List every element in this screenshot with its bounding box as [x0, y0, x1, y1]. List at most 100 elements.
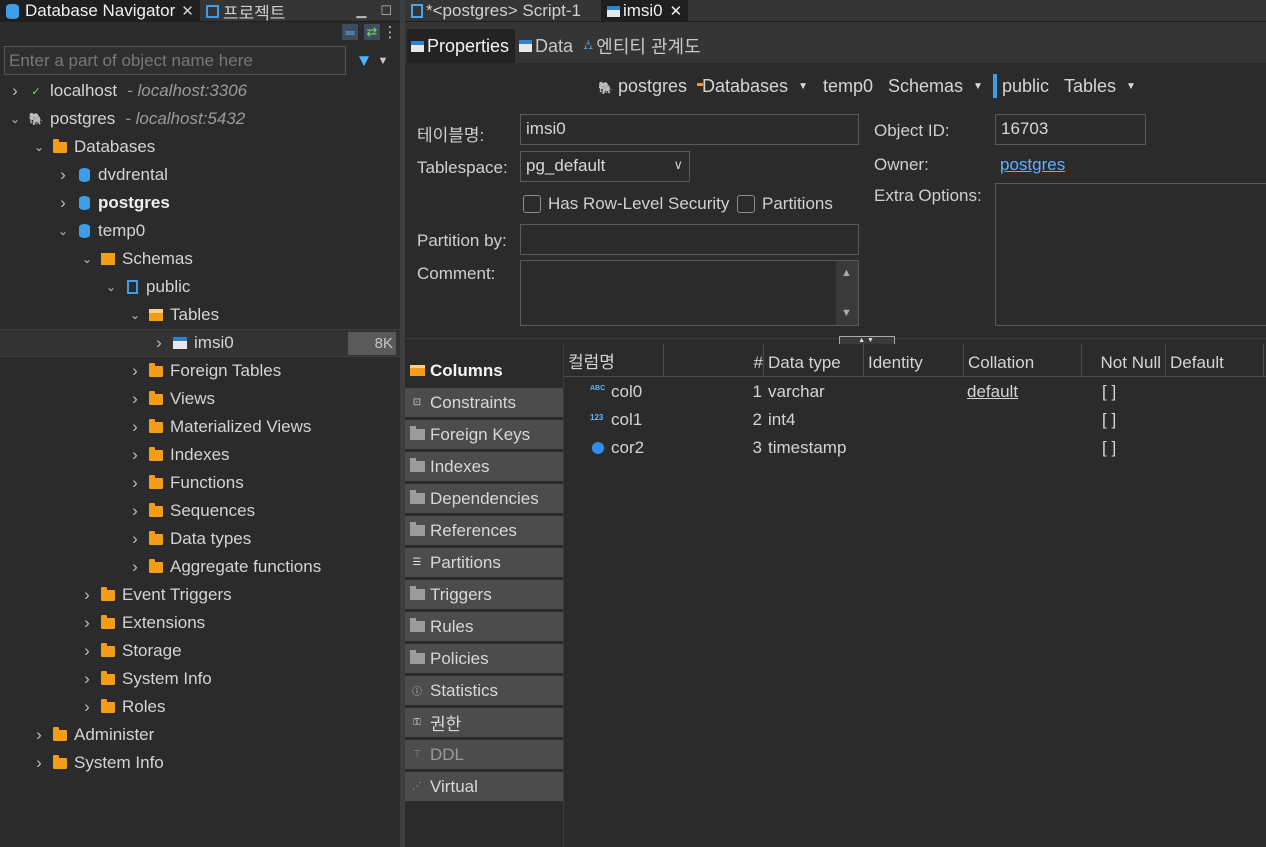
- chevron-right-icon[interactable]: ›: [128, 417, 142, 437]
- header-default[interactable]: Default: [1166, 344, 1264, 377]
- tree-node-indexes[interactable]: › Indexes: [0, 441, 400, 469]
- breadcrumb-item-temp0[interactable]: temp0: [818, 76, 873, 97]
- close-icon[interactable]: ✕: [670, 2, 683, 20]
- breadcrumb-item-postgres[interactable]: 🐘 postgres: [598, 76, 687, 97]
- tab-database-navigator[interactable]: Database Navigator ✕: [0, 0, 200, 22]
- tree-node-data-types[interactable]: › Data types: [0, 525, 400, 553]
- subtab-folder-3[interactable]: Indexes: [405, 452, 563, 482]
- tab-imsi0[interactable]: imsi0 ✕: [600, 0, 689, 22]
- table-row[interactable]: cor2 3 timestamp [ ]: [564, 434, 1266, 462]
- subtab-folder-5[interactable]: References: [405, 516, 563, 546]
- chevron-down-icon[interactable]: ▼: [798, 81, 808, 92]
- chevron-down-icon[interactable]: ⌄: [56, 224, 70, 238]
- tree-node-storage[interactable]: › Storage: [0, 637, 400, 665]
- header-identity[interactable]: Identity: [864, 344, 964, 377]
- partition-by-input[interactable]: [520, 224, 859, 255]
- comment-textarea[interactable]: ▲ ▼: [520, 260, 859, 326]
- tree-node-public[interactable]: ⌄ public: [0, 273, 400, 301]
- row-level-security-checkbox[interactable]: Has Row-Level Security: [523, 194, 729, 214]
- table-name-input[interactable]: imsi0: [520, 114, 859, 145]
- owner-link[interactable]: postgres: [1000, 155, 1065, 175]
- close-icon[interactable]: ✕: [181, 2, 194, 20]
- tree-node-system-info[interactable]: › System Info: [0, 749, 400, 777]
- subtab-columns-0[interactable]: Columns: [405, 356, 563, 386]
- subtab-folder-7[interactable]: Triggers: [405, 580, 563, 610]
- scroll-down-icon[interactable]: ▼: [841, 307, 852, 319]
- chevron-down-icon[interactable]: ⌄: [104, 280, 118, 294]
- chevron-right-icon[interactable]: ›: [80, 613, 94, 633]
- tree-node-schemas[interactable]: ⌄ Schemas: [0, 245, 400, 273]
- tree-node-administer[interactable]: › Administer: [0, 721, 400, 749]
- tab-script-1[interactable]: *<postgres> Script-1: [405, 0, 587, 22]
- header-data-type[interactable]: Data type: [764, 344, 864, 377]
- chevron-right-icon[interactable]: ›: [80, 669, 94, 689]
- comment-scrollbar[interactable]: ▲ ▼: [836, 261, 858, 325]
- tree-node-aggregate-functions[interactable]: › Aggregate functions: [0, 553, 400, 581]
- chevron-down-icon[interactable]: ⌄: [80, 252, 94, 266]
- tree-node-event-triggers[interactable]: › Event Triggers: [0, 581, 400, 609]
- breadcrumb-item-tables[interactable]: Tables ▼: [1059, 76, 1136, 97]
- chevron-right-icon[interactable]: ›: [56, 165, 70, 185]
- subtab-statistics-10[interactable]: ⓘ Statistics: [405, 676, 563, 706]
- chevron-right-icon[interactable]: ›: [128, 473, 142, 493]
- tree-node-sequences[interactable]: › Sequences: [0, 497, 400, 525]
- tree-node-materialized-views[interactable]: › Materialized Views: [0, 413, 400, 441]
- subtab-partitions-6[interactable]: ☰ Partitions: [405, 548, 563, 578]
- tablespace-select[interactable]: pg_default ∨: [520, 151, 690, 182]
- chevron-right-icon[interactable]: ›: [80, 697, 94, 717]
- cell-collation[interactable]: default: [967, 378, 1018, 406]
- tree-node-postgres[interactable]: › postgres: [0, 189, 400, 217]
- chevron-down-icon[interactable]: ⌄: [32, 140, 46, 154]
- tree-node-dvdrental[interactable]: › dvdrental: [0, 161, 400, 189]
- scroll-up-icon[interactable]: ▲: [841, 267, 852, 279]
- link-editor-icon[interactable]: ⇄: [364, 24, 380, 40]
- tree-node-temp0[interactable]: ⌄ temp0: [0, 217, 400, 245]
- tab-er-diagram[interactable]: ⛼ 엔티티 관계도: [579, 29, 707, 63]
- chevron-right-icon[interactable]: ›: [128, 361, 142, 381]
- tab-properties[interactable]: Properties: [407, 29, 516, 63]
- object-id-field[interactable]: 16703: [995, 114, 1146, 145]
- tree-node-postgres[interactable]: ⌄ 🐘 postgres - localhost:5432: [0, 105, 400, 133]
- subtab-folder-9[interactable]: Policies: [405, 644, 563, 674]
- tree-node-localhost[interactable]: › ✓ localhost - localhost:3306: [0, 77, 400, 105]
- chevron-right-icon[interactable]: ›: [80, 585, 94, 605]
- filter-config-button[interactable]: ▼ ▼: [346, 46, 398, 75]
- chevron-right-icon[interactable]: ›: [128, 389, 142, 409]
- subtab-folder-8[interactable]: Rules: [405, 612, 563, 642]
- breadcrumb-item-databases[interactable]: Databases ▼: [697, 76, 808, 97]
- maximize-icon[interactable]: ☐: [380, 3, 392, 19]
- table-row[interactable]: ABC col0 1 varchar default [ ]: [564, 378, 1266, 406]
- chevron-right-icon[interactable]: ›: [128, 557, 142, 577]
- chevron-down-icon[interactable]: ⌄: [128, 308, 142, 322]
- header-collation[interactable]: Collation: [964, 344, 1082, 377]
- subtab-virtual-13[interactable]: ⋰ Virtual: [405, 772, 563, 802]
- chevron-right-icon[interactable]: ›: [32, 725, 46, 745]
- extra-options-textarea[interactable]: [995, 183, 1266, 326]
- tree-node-extensions[interactable]: › Extensions: [0, 609, 400, 637]
- subtab-key-11[interactable]: ⚿ 권한: [405, 708, 563, 738]
- chevron-down-icon[interactable]: ▼: [973, 81, 983, 92]
- chevron-right-icon[interactable]: ›: [128, 529, 142, 549]
- tab-data[interactable]: Data: [515, 29, 579, 63]
- chevron-right-icon[interactable]: ›: [128, 445, 142, 465]
- subtab-folder-2[interactable]: Foreign Keys: [405, 420, 563, 450]
- breadcrumb-item-schemas[interactable]: Schemas ▼: [883, 76, 983, 97]
- tree-node-imsi0[interactable]: › imsi0 8K: [0, 329, 400, 357]
- tree-node-roles[interactable]: › Roles: [0, 693, 400, 721]
- chevron-right-icon[interactable]: ›: [152, 333, 166, 353]
- header-column-name[interactable]: 컬럼명: [564, 344, 664, 377]
- object-filter-input[interactable]: [4, 46, 346, 75]
- collapse-all-icon[interactable]: ═: [342, 24, 358, 40]
- tree-node-foreign-tables[interactable]: › Foreign Tables: [0, 357, 400, 385]
- partitions-checkbox[interactable]: Partitions: [737, 194, 833, 214]
- tree-node-system-info[interactable]: › System Info: [0, 665, 400, 693]
- chevron-right-icon[interactable]: ›: [56, 193, 70, 213]
- chevron-right-icon[interactable]: ›: [8, 81, 22, 101]
- chevron-right-icon[interactable]: ›: [32, 753, 46, 773]
- minimize-icon[interactable]: ▁: [356, 3, 366, 19]
- chevron-down-icon[interactable]: ▼: [1126, 81, 1136, 92]
- breadcrumb-item-public[interactable]: public: [992, 73, 1049, 98]
- header-ordinal[interactable]: #: [664, 344, 764, 377]
- table-row[interactable]: 123 col1 2 int4 [ ]: [564, 406, 1266, 434]
- subtab-constraints-1[interactable]: ⊡ Constraints: [405, 388, 563, 418]
